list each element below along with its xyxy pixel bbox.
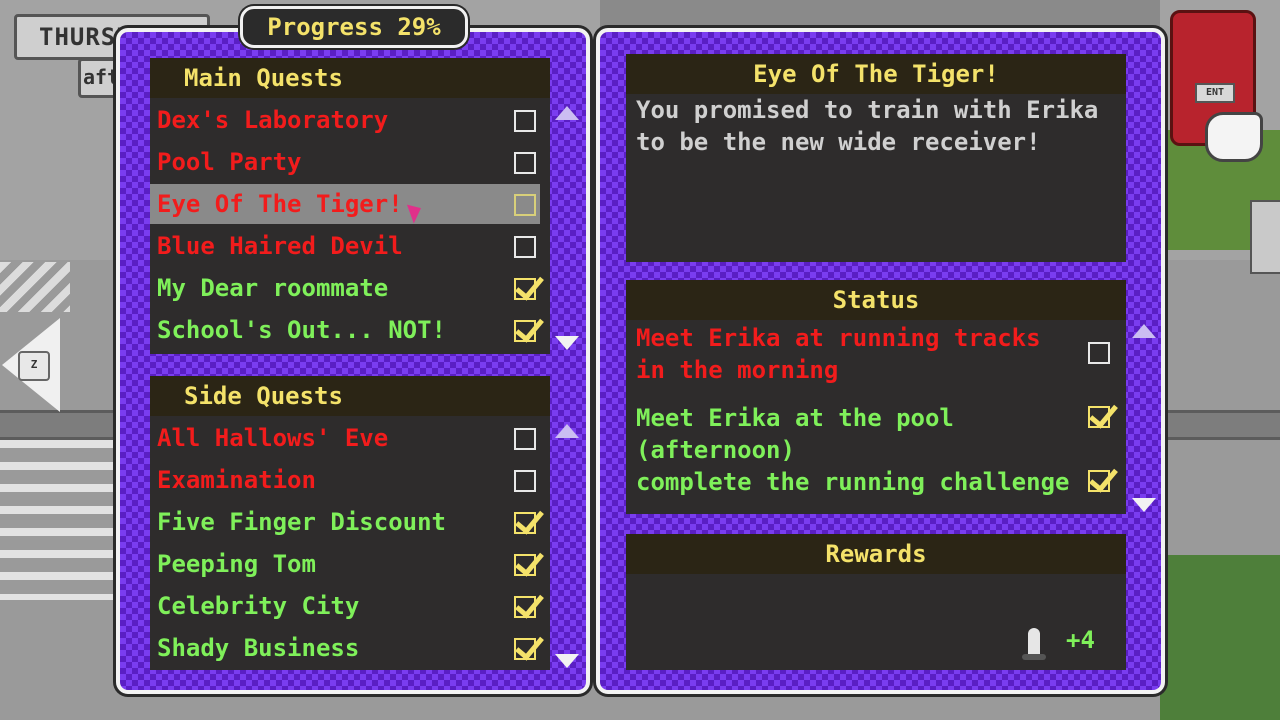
quest-row[interactable]: Pool Party	[150, 142, 547, 182]
scroll-up-arrow-icon[interactable]	[555, 424, 579, 438]
objective-row: Meet Erika at the pool (afternoon)	[636, 402, 1076, 466]
quest-row[interactable]: My Dear roommate	[150, 268, 547, 308]
quest-checkbox	[514, 236, 536, 258]
z-key-hint: Z	[18, 351, 50, 381]
grass-patch	[1160, 555, 1280, 720]
quest-label: Dex's Laboratory	[157, 106, 389, 134]
quest-label: Five Finger Discount	[157, 508, 446, 536]
quest-row[interactable]: Shady Business	[150, 628, 547, 668]
quest-checkbox	[514, 110, 536, 132]
quest-label: Blue Haired Devil	[157, 232, 403, 260]
quest-label: Pool Party	[157, 148, 302, 176]
quest-row[interactable]: Dex's Laboratory	[150, 100, 547, 140]
quest-description: You promised to train with Erika to be t…	[636, 96, 1099, 156]
crosswalk	[0, 440, 115, 600]
quest-label: School's Out... NOT!	[157, 316, 446, 344]
quest-row-selected[interactable]: Eye Of The Tiger!	[150, 184, 540, 224]
quest-checkbox	[514, 194, 536, 216]
scroll-down-arrow-icon[interactable]	[555, 336, 579, 350]
quest-row[interactable]: Five Finger Discount	[150, 502, 547, 542]
quest-row[interactable]: Examination	[150, 460, 547, 500]
enter-key-hint: ENT	[1195, 83, 1235, 103]
objective-checkbox-checked	[1088, 470, 1110, 492]
progress-label: Progress 29%	[240, 6, 468, 48]
objective-row: complete the running challenge	[636, 466, 1076, 498]
objective-row: Meet Erika at running tracks in the morn…	[636, 322, 1076, 386]
road-stripes	[0, 262, 70, 312]
quest-label: My Dear roommate	[157, 274, 389, 302]
objective-checkbox	[1088, 342, 1110, 364]
quest-label: Examination	[157, 466, 316, 494]
quest-list-panel: Main Quests Dex's Laboratory Pool Party …	[116, 28, 590, 694]
objective-text: Meet Erika at the pool (afternoon)	[636, 404, 954, 464]
glove-hand-icon	[1205, 112, 1263, 162]
quest-checkbox-checked	[514, 278, 536, 300]
quest-checkbox-checked	[514, 638, 536, 660]
quest-label: All Hallows' Eve	[157, 424, 389, 452]
quest-checkbox-checked	[514, 596, 536, 618]
building-roof	[600, 0, 1160, 28]
back-button[interactable]: Z	[0, 318, 62, 413]
rewards-header: Rewards	[626, 534, 1126, 574]
quest-row[interactable]: Blue Haired Devil	[150, 226, 547, 266]
quest-checkbox-checked	[514, 320, 536, 342]
scroll-down-arrow-icon[interactable]	[1132, 498, 1156, 512]
quest-label: Eye Of The Tiger!	[157, 190, 403, 218]
side-quests-header: Side Quests	[150, 376, 550, 416]
trash-can-icon	[1250, 200, 1280, 274]
quest-row[interactable]: Peeping Tom	[150, 544, 547, 584]
side-quests-box: Side Quests All Hallows' Eve Examination…	[150, 376, 550, 670]
objective-text: complete the running challenge	[636, 468, 1070, 496]
quest-row[interactable]: School's Out... NOT!	[150, 310, 547, 350]
quest-checkbox-checked	[514, 512, 536, 534]
quest-rewards-box: Rewards +4	[626, 534, 1126, 670]
time-label: aft	[83, 65, 120, 89]
quest-detail-panel: Eye Of The Tiger! You promised to train …	[596, 28, 1165, 694]
objective-text: Meet Erika at running tracks in the morn…	[636, 324, 1041, 384]
main-quests-box: Main Quests Dex's Laboratory Pool Party …	[150, 58, 550, 354]
quest-title: Eye Of The Tiger!	[626, 54, 1126, 94]
trophy-icon	[1022, 628, 1046, 660]
status-header: Status	[626, 280, 1126, 320]
scroll-down-arrow-icon[interactable]	[555, 654, 579, 668]
quest-label: Peeping Tom	[157, 550, 316, 578]
scroll-up-arrow-icon[interactable]	[555, 106, 579, 120]
quest-status-box: Status Meet Erika at running tracks in t…	[626, 280, 1126, 514]
quest-row[interactable]: Celebrity City	[150, 586, 547, 626]
quest-checkbox	[514, 152, 536, 174]
quest-row[interactable]: All Hallows' Eve	[150, 418, 547, 458]
quest-checkbox	[514, 428, 536, 450]
quest-checkbox-checked	[514, 554, 536, 576]
scroll-up-arrow-icon[interactable]	[1132, 324, 1156, 338]
quest-label: Shady Business	[157, 634, 360, 662]
objective-checkbox-checked	[1088, 406, 1110, 428]
quest-label: Celebrity City	[157, 592, 360, 620]
quest-checkbox	[514, 470, 536, 492]
reward-value: +4	[1066, 626, 1095, 654]
main-quests-header: Main Quests	[150, 58, 550, 98]
quest-description-box: Eye Of The Tiger! You promised to train …	[626, 54, 1126, 262]
